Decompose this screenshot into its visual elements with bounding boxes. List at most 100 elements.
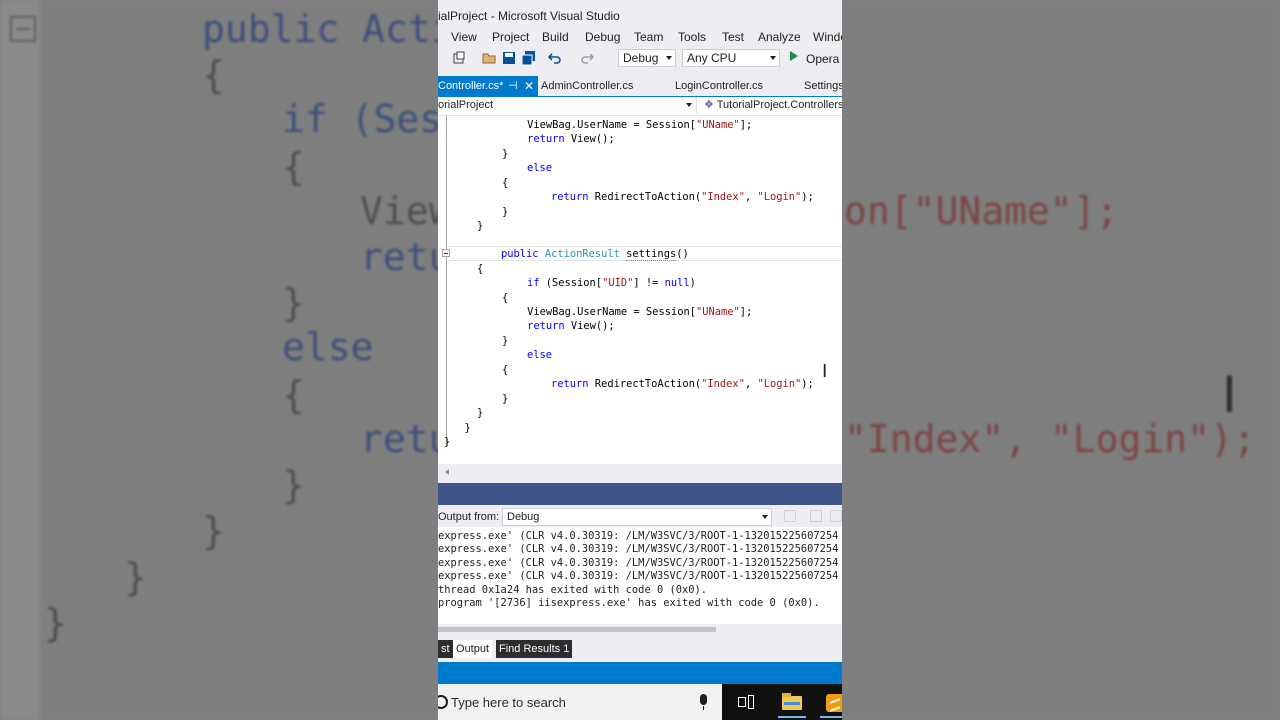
status-bar (438, 662, 842, 684)
tab-list[interactable]: st (438, 640, 453, 658)
chevron-down-icon (666, 56, 672, 60)
new-project-icon[interactable] (452, 51, 466, 65)
code-line: } (452, 220, 484, 232)
output-window[interactable]: express.exe' (CLR v4.0.30319: /LM/W3SVC/… (438, 527, 842, 632)
code-line: return RedirectToAction("Index", "Login"… (551, 191, 814, 203)
code-line: } (444, 436, 451, 448)
code-line: } (452, 148, 509, 160)
windows-taskbar: Type here to search (438, 684, 842, 720)
previous-message-icon[interactable] (810, 510, 822, 522)
code-line: return RedirectToAction("Index", "Login"… (551, 378, 814, 390)
tab-login-controller[interactable]: LoginController.cs (675, 76, 763, 96)
file-explorer-icon[interactable] (778, 692, 806, 718)
menu-debug[interactable]: Debug (585, 30, 620, 44)
chevron-down-icon (762, 515, 768, 519)
code-line: if (Session["UID"] != null) (527, 277, 696, 289)
output-source-value: Debug (507, 511, 540, 523)
title-bar: ialProject - Microsoft Visual Studio (438, 0, 842, 30)
sublime-text-icon[interactable] (820, 692, 842, 718)
task-view-icon[interactable] (736, 692, 756, 712)
bg-code-line: "Index", "Login"); (844, 417, 1256, 461)
tool-window-tabs: st Output Find Results 1 (438, 638, 842, 660)
output-line: express.exe' (CLR v4.0.30319: /LM/W3SVC/… (438, 570, 839, 582)
code-line: ViewBag.UserName = Session["UName"]; (452, 119, 753, 131)
bg-code-line: } (44, 601, 67, 645)
output-line: express.exe' (CLR v4.0.30319: /LM/W3SVC/… (438, 543, 839, 555)
project-dropdown[interactable]: orialProject (438, 97, 697, 114)
menu-window[interactable]: Windo (813, 30, 842, 44)
menu-build[interactable]: Build (542, 30, 569, 44)
tab-controller[interactable]: Controller.cs* ⊣ ✕ (438, 76, 538, 96)
tab-admin-controller[interactable]: AdminController.cs (541, 76, 633, 96)
bg-code-line: } (282, 463, 305, 507)
window-title: ialProject - Microsoft Visual Studio (438, 9, 620, 23)
pin-icon[interactable]: ⊣ (508, 76, 518, 96)
output-horizontal-scrollbar[interactable] (438, 627, 716, 632)
bg-gutter (0, 0, 40, 720)
code-line: return View(); (452, 320, 615, 332)
save-icon[interactable] (502, 51, 516, 65)
code-line: } (452, 393, 509, 405)
start-debug-icon[interactable] (790, 51, 798, 61)
tab-label: Controller.cs* (438, 80, 504, 92)
code-line: } (452, 335, 509, 347)
class-dropdown-value: TutorialProject.Controllers (716, 99, 842, 111)
search-icon (438, 695, 448, 709)
menu-view[interactable]: View (451, 30, 477, 44)
menu-analyze[interactable]: Analyze (758, 30, 801, 44)
output-line: thread 0x1a24 has exited with code 0 (0x… (438, 584, 707, 596)
solution-config-value: Debug (623, 51, 659, 65)
code-editor[interactable]: ViewBag.UserName = Session["UName"]; ret… (438, 116, 842, 475)
menu-bar: View Project Build Debug Team Tools Test… (438, 28, 842, 48)
menu-test[interactable]: Test (722, 30, 744, 44)
standard-toolbar: Debug Any CPU Opera I (438, 47, 842, 71)
find-message-icon[interactable] (784, 510, 796, 522)
code-line: { (452, 292, 509, 304)
tab-output[interactable]: Output (453, 640, 493, 658)
bg-code-line: public Actio (202, 7, 477, 51)
solution-config-select[interactable]: Debug (618, 49, 676, 67)
code-line: } (452, 407, 484, 419)
code-line: } (452, 422, 471, 434)
code-line: return View(); (452, 133, 615, 145)
class-dropdown[interactable]: ❖ TutorialProject.Controllers (704, 97, 842, 114)
output-line: express.exe' (CLR v4.0.30319: /LM/W3SVC/… (438, 530, 839, 542)
output-from-label: Output from: (438, 511, 500, 523)
redo-icon[interactable] (580, 51, 595, 65)
bg-code-line: } (282, 281, 305, 325)
output-line: program '[2736] iisexpress.exe' has exit… (438, 597, 820, 609)
menu-tools[interactable]: Tools (678, 30, 706, 44)
scroll-left-icon[interactable] (445, 469, 449, 475)
code-line: { (452, 263, 484, 275)
bg-code-line: else (282, 325, 374, 369)
code-line: else (527, 162, 553, 174)
collapse-icon[interactable] (442, 249, 450, 257)
taskbar-search-box[interactable]: Type here to search (438, 684, 722, 720)
bg-code-line: { (282, 373, 305, 417)
microphone-icon[interactable] (700, 694, 707, 710)
output-line: express.exe' (CLR v4.0.30319: /LM/W3SVC/… (438, 557, 839, 569)
bg-code-line: { (202, 53, 225, 97)
menu-project[interactable]: Project (492, 30, 529, 44)
start-debug-label[interactable]: Opera I (806, 52, 842, 66)
bg-collapse-icon (10, 16, 36, 42)
code-line: } (452, 206, 509, 218)
next-message-icon[interactable] (830, 510, 842, 522)
bg-code-line: on["UName"]; (844, 189, 1119, 233)
output-source-select[interactable]: Debug (502, 508, 772, 526)
ibeam-cursor-icon: I (822, 361, 828, 382)
bg-ibeam-cursor-icon: I (1222, 366, 1237, 424)
document-tabs: Controller.cs* ⊣ ✕ AdminController.cs Lo… (438, 76, 842, 98)
close-icon[interactable]: ✕ (524, 76, 534, 96)
bg-code-line: } (124, 555, 147, 599)
output-toolbar: Output from: Debug (438, 505, 842, 527)
visual-studio-window: ialProject - Microsoft Visual Studio Vie… (438, 0, 842, 720)
open-folder-icon[interactable] (482, 51, 496, 65)
undo-icon[interactable] (547, 51, 562, 65)
menu-team[interactable]: Team (634, 30, 663, 44)
tab-settings[interactable]: Settings (804, 76, 842, 96)
code-line: { (452, 364, 509, 376)
tab-find-results[interactable]: Find Results 1 (496, 640, 573, 658)
solution-platform-select[interactable]: Any CPU (682, 49, 780, 67)
save-all-icon[interactable] (521, 51, 536, 66)
